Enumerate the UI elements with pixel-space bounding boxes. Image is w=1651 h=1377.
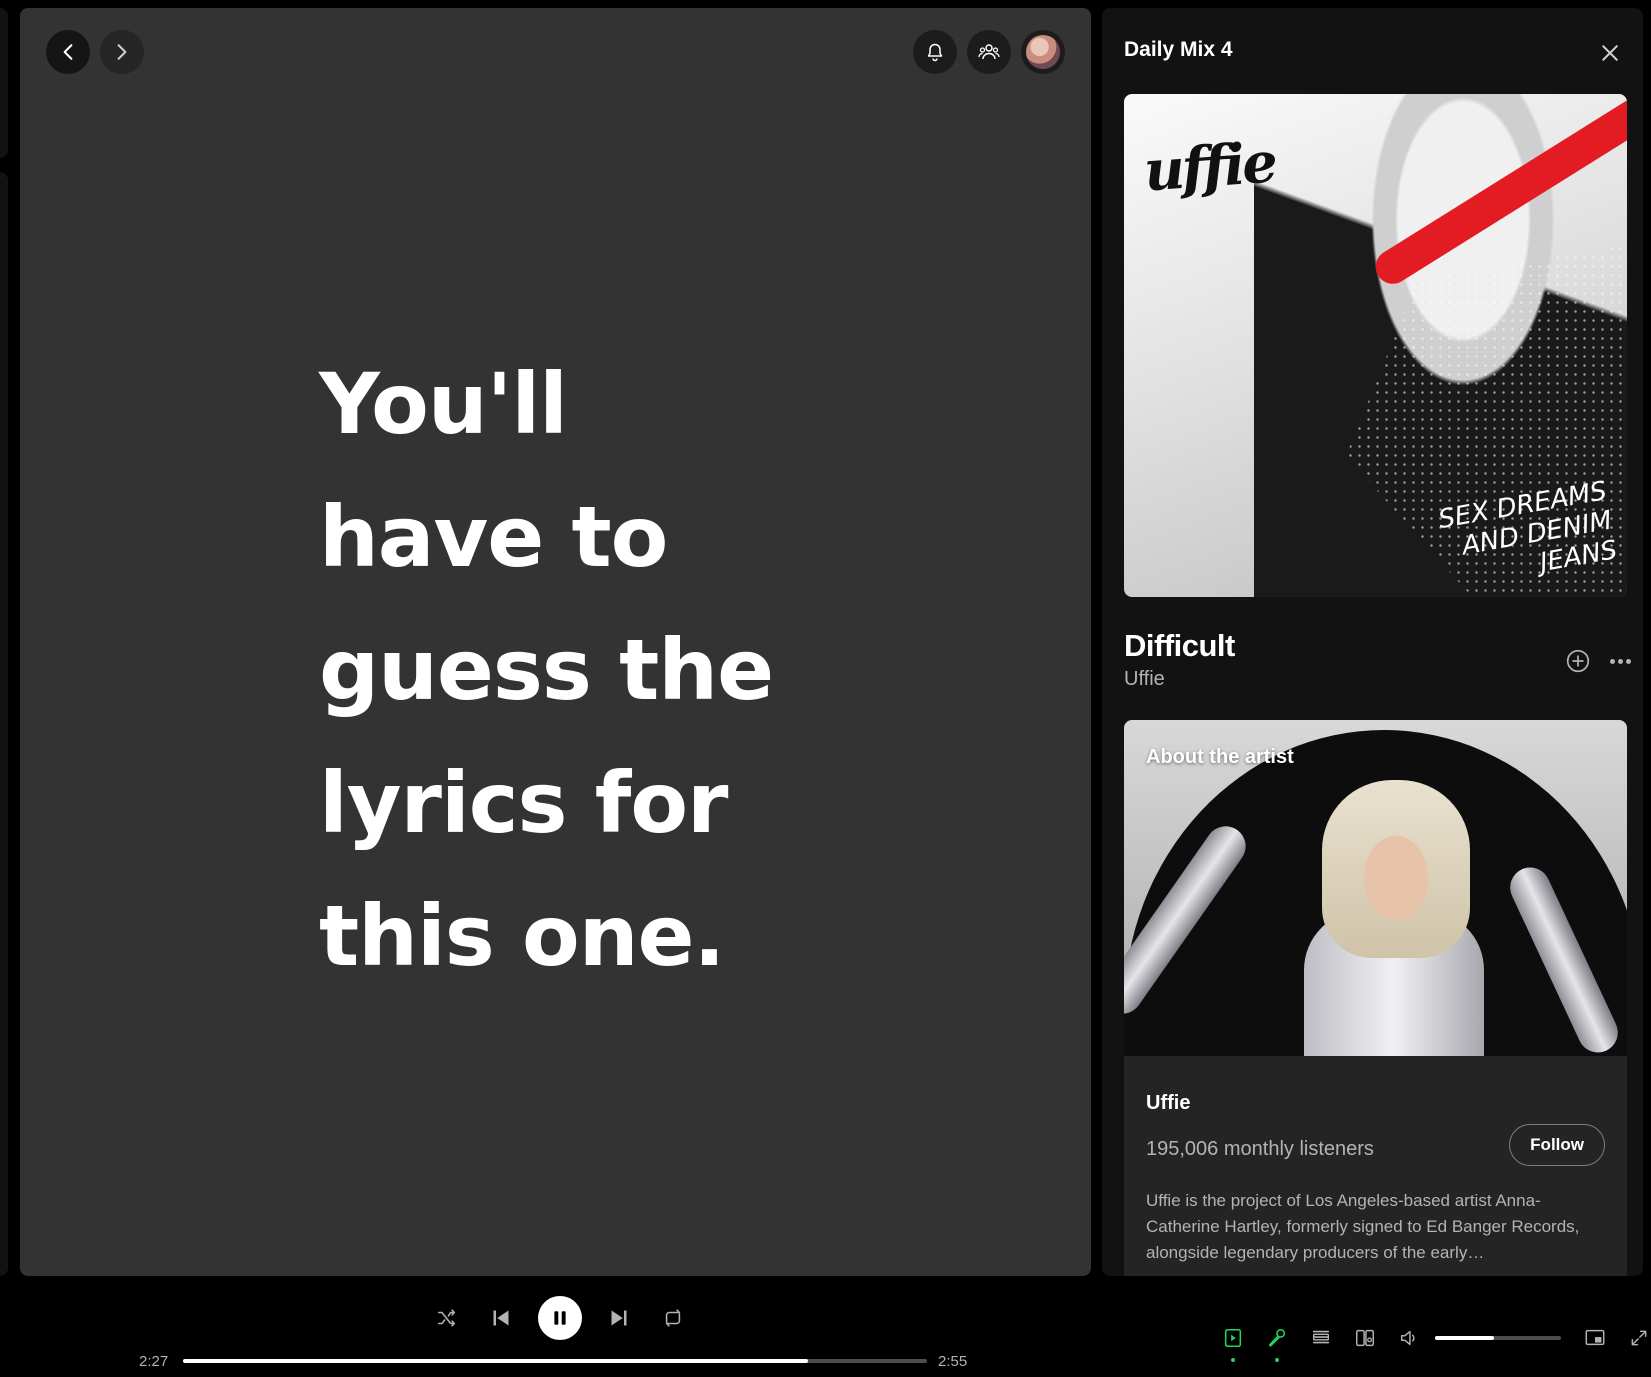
friend-activity-button[interactable] (967, 30, 1011, 74)
close-icon (1602, 45, 1618, 61)
lyrics-button[interactable] (1255, 1320, 1299, 1362)
volume-slider[interactable] (1435, 1336, 1561, 1340)
active-indicator (1231, 1358, 1235, 1362)
lyrics-line: guess the (319, 621, 774, 719)
friends-icon (978, 44, 1000, 60)
lyrics-text: You'll have to guess the lyrics for this… (319, 338, 879, 1003)
follow-button[interactable]: Follow (1509, 1124, 1605, 1166)
device-icon (1356, 1329, 1374, 1347)
progress-bar[interactable] (183, 1359, 927, 1363)
next-button[interactable] (592, 1298, 646, 1338)
lyrics-line: lyrics for (319, 754, 728, 852)
track-artist[interactable]: Uffie (1124, 668, 1165, 691)
spotify-app: You'll have to guess the lyrics for this… (0, 0, 1651, 1377)
about-artist-card[interactable]: About the artist Uffie 195,006 monthly l… (1124, 720, 1627, 1276)
playback-controls (420, 1296, 700, 1340)
now-playing-view-icon (1224, 1328, 1242, 1348)
avatar (1026, 35, 1060, 69)
lyrics-view: You'll have to guess the lyrics for this… (20, 8, 1091, 1276)
extra-controls (1211, 1320, 1651, 1362)
chevron-left-icon (63, 44, 73, 60)
back-button[interactable] (46, 30, 90, 74)
now-playing-sidebar: Daily Mix 4 uffie SEX DREAMS AND DENIM J… (1102, 8, 1643, 1276)
more-options-button[interactable] (1605, 648, 1635, 674)
forward-button[interactable] (100, 30, 144, 74)
shuffle-button[interactable] (420, 1298, 474, 1338)
add-to-library-button[interactable] (1565, 648, 1591, 674)
monthly-listeners: 195,006 monthly listeners (1146, 1138, 1374, 1160)
current-time: 2:27 (139, 1353, 169, 1370)
album-cover[interactable]: uffie SEX DREAMS AND DENIM JEANS (1124, 94, 1627, 597)
total-time: 2:55 (938, 1353, 968, 1370)
repeat-button[interactable] (646, 1298, 700, 1338)
top-right-actions (913, 30, 1065, 74)
more-dot-icon (1617, 658, 1623, 664)
miniplayer-icon (1585, 1329, 1605, 1346)
bell-icon (927, 43, 943, 62)
photo-head (1322, 780, 1470, 958)
track-title[interactable]: Difficult (1124, 628, 1235, 664)
artist-bio[interactable]: Uffie is the project of Los Angeles-base… (1146, 1188, 1612, 1266)
close-sidebar-button[interactable] (1597, 40, 1623, 66)
player-bar: 2:27 2:55 (0, 1276, 1651, 1377)
queue-icon (1312, 1330, 1330, 1344)
artist-photo: About the artist (1124, 720, 1627, 1056)
library-panel-edge-lower (0, 172, 8, 1276)
microphone-icon (1268, 1328, 1286, 1347)
artist-name[interactable]: Uffie (1146, 1092, 1190, 1115)
notifications-button[interactable] (913, 30, 957, 74)
pause-icon (554, 1311, 566, 1325)
more-dot-icon (1625, 658, 1631, 664)
mute-button[interactable] (1387, 1320, 1431, 1356)
lyrics-line: this one. (319, 887, 725, 985)
volume-icon (1400, 1330, 1415, 1346)
lyrics-line: have to (319, 488, 668, 586)
skip-forward-icon (611, 1310, 627, 1326)
fullscreen-icon (1631, 1330, 1647, 1346)
queue-button[interactable] (1299, 1320, 1343, 1356)
connect-device-button[interactable] (1343, 1320, 1387, 1356)
active-indicator (1275, 1358, 1279, 1362)
skip-back-icon (493, 1310, 509, 1326)
user-avatar-button[interactable] (1021, 30, 1065, 74)
about-artist-label: About the artist (1146, 746, 1294, 768)
progress-fill (183, 1359, 808, 1363)
plus-circle-icon (1566, 649, 1590, 673)
miniplayer-button[interactable] (1573, 1320, 1617, 1356)
library-panel-edge (0, 8, 8, 158)
repeat-icon (665, 1309, 681, 1327)
lyrics-line: You'll (319, 355, 568, 453)
cover-logo: uffie (1141, 129, 1277, 205)
more-dot-icon (1609, 658, 1615, 664)
volume-fill (1435, 1336, 1495, 1340)
now-playing-view-button[interactable] (1211, 1320, 1255, 1362)
chevron-right-icon (117, 44, 127, 60)
sidebar-title[interactable]: Daily Mix 4 (1124, 38, 1233, 62)
pause-button[interactable] (538, 1296, 582, 1340)
previous-button[interactable] (474, 1298, 528, 1338)
shuffle-icon (437, 1309, 456, 1327)
fullscreen-button[interactable] (1617, 1320, 1651, 1356)
